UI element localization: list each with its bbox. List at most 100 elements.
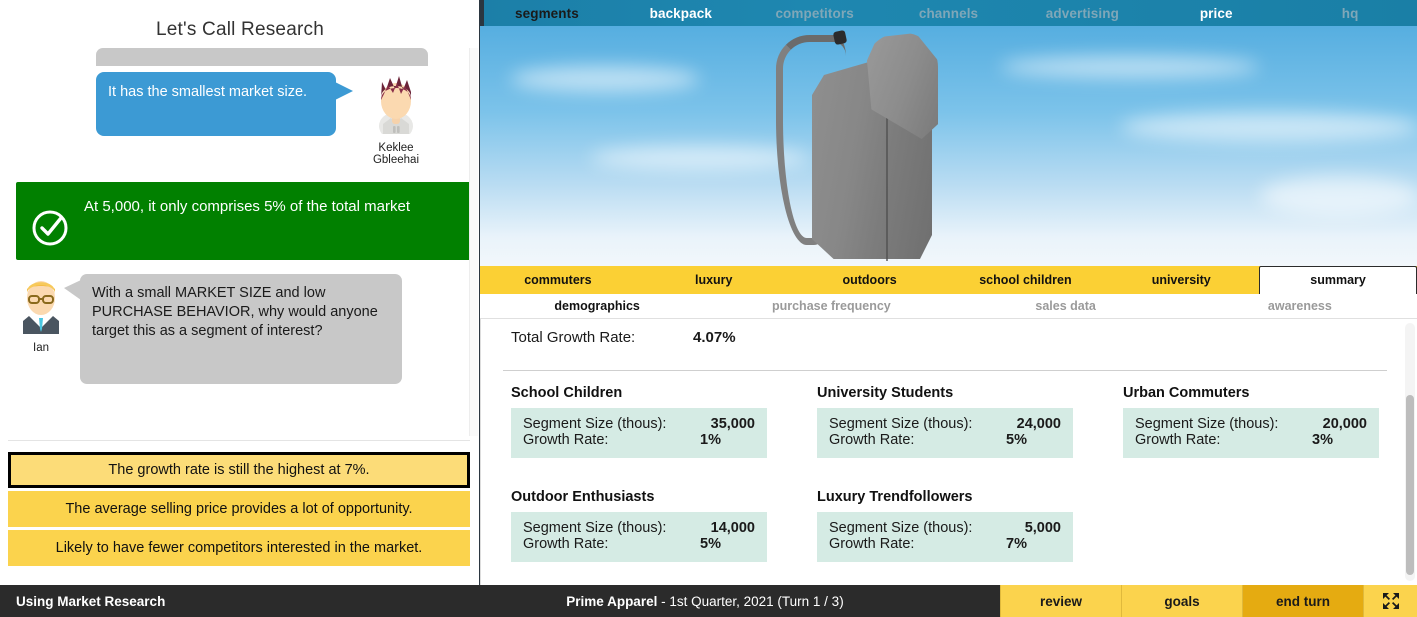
summary-content: Total Growth Rate: 4.07% School Children…	[480, 319, 1417, 585]
segment-tab-outdoors[interactable]: outdoors	[792, 266, 948, 294]
segment-tab-commuters[interactable]: commuters	[480, 266, 636, 294]
segment-card-empty	[1123, 489, 1387, 562]
chat-messages: It has the smallest market size. Keklee …	[0, 48, 480, 384]
sub-tab-awareness[interactable]: awareness	[1183, 294, 1417, 318]
segment-size-value: 35,000	[710, 416, 755, 432]
growth-rate-row: Growth Rate: 7%	[829, 536, 1061, 552]
chat-message-peer: It has the smallest market size. Keklee …	[8, 72, 472, 166]
chat-message-mentor: Ian With a small MARKET SIZE and low PUR…	[8, 274, 472, 384]
growth-rate-label: Growth Rate:	[523, 536, 609, 552]
content-scrollbar-thumb[interactable]	[1406, 395, 1414, 575]
growth-rate-row: Growth Rate: 5%	[829, 432, 1061, 448]
backpack-seam	[886, 111, 888, 261]
success-callout-text: At 5,000, it only comprises 5% of the to…	[84, 198, 410, 215]
nav-item-price[interactable]: price	[1149, 6, 1283, 21]
segment-tab-school-children[interactable]: school children	[947, 266, 1103, 294]
goals-button[interactable]: goals	[1121, 585, 1242, 617]
segment-size-label: Segment Size (thous):	[1135, 416, 1279, 432]
nav-item-competitors[interactable]: competitors	[748, 6, 882, 21]
growth-rate-row: Growth Rate: 1%	[523, 432, 755, 448]
segment-card-title: Luxury Trendfollowers	[817, 489, 973, 505]
sub-tab-purchase-frequency[interactable]: purchase frequency	[714, 294, 948, 318]
nav-item-advertising[interactable]: advertising	[1015, 6, 1149, 21]
growth-rate-value: 3%	[1312, 432, 1333, 448]
segment-card-title: University Students	[817, 385, 954, 401]
chat-scroll-region[interactable]: It has the smallest market size. Keklee …	[0, 48, 480, 436]
success-callout: At 5,000, it only comprises 5% of the to…	[16, 182, 474, 260]
chat-bubble-text: It has the smallest market size.	[108, 84, 308, 100]
segment-size-value: 20,000	[1322, 416, 1367, 432]
segment-card-body: Segment Size (thous): 5,000 Growth Rate:…	[817, 512, 1073, 562]
segment-card: Outdoor Enthusiasts Segment Size (thous)…	[511, 489, 775, 562]
segment-size-label: Segment Size (thous):	[523, 416, 667, 432]
nav-item-segments[interactable]: segments	[480, 6, 614, 21]
sub-tab-demographics[interactable]: demographics	[480, 294, 714, 318]
segment-card-title: Urban Commuters	[1123, 385, 1250, 401]
expand-arrows-icon	[1382, 593, 1399, 609]
end-turn-button[interactable]: end turn	[1242, 585, 1363, 617]
growth-rate-value: 5%	[700, 536, 721, 552]
segment-card-body: Segment Size (thous): 24,000 Growth Rate…	[817, 408, 1073, 458]
chat-bubble: With a small MARKET SIZE and low PURCHAS…	[64, 274, 402, 384]
review-button[interactable]: review	[1000, 585, 1121, 617]
product-hero-image	[480, 26, 1417, 266]
segment-size-label: Segment Size (thous):	[523, 520, 667, 536]
segment-card-title: Outdoor Enthusiasts	[511, 489, 655, 505]
segment-tab-summary[interactable]: summary	[1259, 266, 1417, 294]
growth-rate-value: 5%	[1006, 432, 1027, 448]
segment-size-value: 5,000	[1024, 520, 1061, 536]
answer-choice-2[interactable]: The average selling price provides a lot…	[8, 491, 470, 528]
chat-scrollbar[interactable]	[469, 48, 478, 436]
segment-card-grid-row-2: Outdoor Enthusiasts Segment Size (thous)…	[481, 475, 1417, 562]
segment-card: University Students Segment Size (thous)…	[817, 385, 1081, 458]
content-scrollbar[interactable]	[1405, 323, 1415, 581]
game-panel: segments backpack competitors channels a…	[480, 0, 1417, 585]
answer-choices: The growth rate is still the highest at …	[8, 452, 470, 569]
coach-panel: Let's Call Research It has the smallest …	[0, 0, 480, 585]
total-growth-rate-label: Total Growth Rate:	[511, 329, 636, 346]
activity-title: Using Market Research	[16, 593, 166, 609]
app-root: Let's Call Research It has the smallest …	[0, 0, 1417, 617]
growth-rate-row: Growth Rate: 5%	[523, 536, 755, 552]
top-navigation: segments backpack competitors channels a…	[480, 0, 1417, 26]
growth-rate-label: Growth Rate:	[829, 432, 915, 448]
segment-card-body: Segment Size (thous): 35,000 Growth Rate…	[511, 408, 767, 458]
segment-tab-luxury[interactable]: luxury	[636, 266, 792, 294]
segment-card: School Children Segment Size (thous): 35…	[511, 385, 775, 458]
turn-status: Prime Apparel - 1st Quarter, 2021 (Turn …	[530, 585, 1000, 617]
nav-item-channels[interactable]: channels	[882, 6, 1016, 21]
fullscreen-button[interactable]	[1363, 585, 1417, 617]
turn-period: - 1st Quarter, 2021 (Turn 1 / 3)	[661, 593, 844, 609]
segment-size-value: 14,000	[710, 520, 755, 536]
segment-size-label: Segment Size (thous):	[829, 520, 973, 536]
segment-size-row: Segment Size (thous): 5,000	[829, 520, 1061, 536]
segment-card-grid-row-1: School Children Segment Size (thous): 35…	[481, 371, 1417, 458]
sub-tabs: demographics purchase frequency sales da…	[480, 294, 1417, 319]
answer-choice-3[interactable]: Likely to have fewer competitors interes…	[8, 530, 470, 567]
segment-size-row: Segment Size (thous): 14,000	[523, 520, 755, 536]
chat-bubble-text: With a small MARKET SIZE and low PURCHAS…	[92, 285, 378, 340]
growth-rate-value: 1%	[700, 432, 721, 448]
divider	[8, 440, 470, 441]
answer-choice-1[interactable]: The growth rate is still the highest at …	[8, 452, 470, 489]
growth-rate-label: Growth Rate:	[523, 432, 609, 448]
check-circle-icon	[30, 196, 72, 253]
segment-card-body: Segment Size (thous): 14,000 Growth Rate…	[511, 512, 767, 562]
segment-tab-university[interactable]: university	[1103, 266, 1259, 294]
backpack-knot	[832, 29, 848, 46]
segment-card: Luxury Trendfollowers Segment Size (thou…	[817, 489, 1081, 562]
segment-size-value: 24,000	[1016, 416, 1061, 432]
growth-rate-label: Growth Rate:	[829, 536, 915, 552]
total-growth-rate-value: 4.07%	[693, 329, 736, 346]
nav-item-backpack[interactable]: backpack	[614, 6, 748, 21]
segment-size-row: Segment Size (thous): 20,000	[1135, 416, 1367, 432]
sub-tab-sales-data[interactable]: sales data	[949, 294, 1183, 318]
nav-item-hq[interactable]: hq	[1283, 6, 1417, 21]
clipped-message-bubble	[96, 48, 428, 66]
segment-size-row: Segment Size (thous): 24,000	[829, 416, 1061, 432]
growth-rate-row: Growth Rate: 3%	[1135, 432, 1367, 448]
chat-bubble: It has the smallest market size.	[96, 72, 353, 136]
growth-rate-value: 7%	[1006, 536, 1027, 552]
page-title: Let's Call Research	[156, 19, 324, 40]
